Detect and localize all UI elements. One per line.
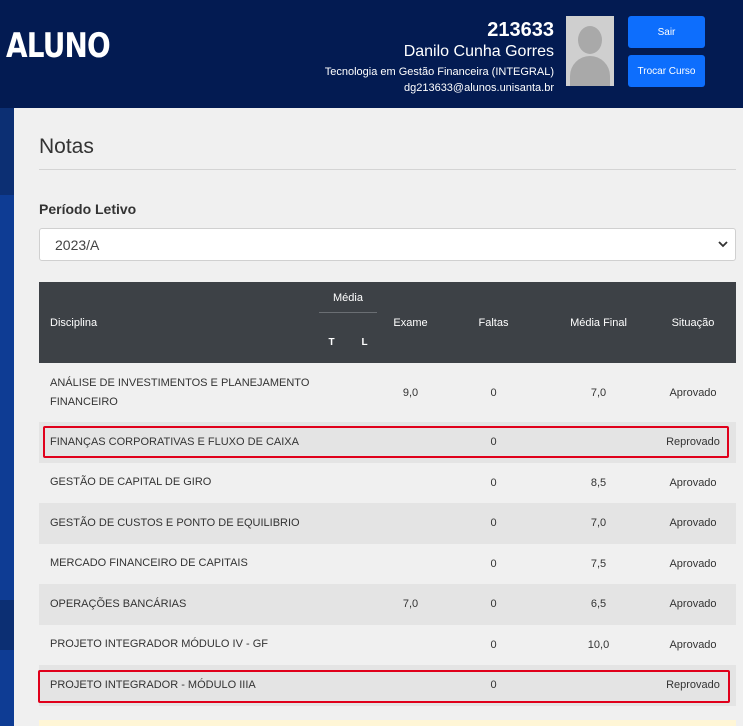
page-title: Notas	[39, 135, 94, 158]
cell-media-final: 7,5	[590, 557, 607, 570]
user-course: Tecnologia em Gestão Financeira (INTEGRA…	[324, 66, 554, 78]
cell-disciplina: OPERAÇÕES BANCÁRIAS	[50, 597, 187, 610]
avatar	[566, 16, 614, 86]
highlight-box-reprovado	[38, 670, 730, 703]
col-header-disciplina: Disciplina	[50, 316, 98, 329]
side-nav-item[interactable]	[0, 108, 14, 195]
table-row: ANÁLISE DE INVESTIMENTOS E PLANEJAMENTO …	[39, 363, 736, 422]
cell-situacao: Aprovado	[669, 557, 717, 570]
cell-media-final: 7,0	[590, 517, 607, 530]
cell-disciplina: MERCADO FINANCEIRO DE CAPITAIS	[50, 557, 248, 570]
cell-faltas: 0	[490, 638, 497, 651]
period-select-value: 2023/A	[55, 236, 100, 253]
avatar-head-icon	[578, 26, 602, 54]
chevron-down-icon	[718, 241, 728, 248]
col-header-media-final: Média Final	[570, 316, 627, 329]
cell-t	[315, 625, 348, 666]
cell-faltas: 0	[490, 598, 497, 611]
cell-disciplina: PROJETO INTEGRADOR MÓDULO IV - GF	[50, 638, 268, 651]
user-id: 213633	[487, 19, 554, 41]
col-header-media-t: T	[328, 337, 335, 348]
cell-t	[315, 503, 348, 544]
cell-media-final: 8,5	[590, 476, 607, 489]
table-row: OPERAÇÕES BANCÁRIAS 7,0 0 6,5 Aprovado	[39, 584, 736, 625]
cell-exame	[381, 625, 440, 666]
cell-t	[315, 363, 348, 422]
col-header-faltas: Faltas	[478, 316, 509, 329]
main-content: Notas Período Letivo 2023/A Disciplina M…	[14, 108, 743, 726]
cell-l	[348, 625, 381, 666]
cell-situacao: Aprovado	[669, 517, 717, 530]
cell-exame	[381, 503, 440, 544]
cell-disciplina: GESTÃO DE CUSTOS E PONTO DE EQUILIBRIO	[50, 516, 300, 529]
user-email: dg213633@alunos.unisanta.br	[403, 82, 554, 94]
cell-l	[348, 363, 381, 422]
avatar-body-icon	[570, 56, 610, 86]
notice-strip	[39, 720, 736, 726]
col-header-media: Média	[315, 282, 381, 322]
col-header-exame: Exame	[393, 316, 428, 329]
side-nav-strip	[0, 108, 14, 726]
period-select[interactable]: 2023/A	[39, 228, 736, 261]
cell-exame	[381, 544, 440, 585]
title-divider	[39, 169, 736, 170]
cell-l	[348, 463, 381, 504]
table-row: GESTÃO DE CAPITAL DE GIRO 0 8,5 Aprovado	[39, 462, 736, 504]
table-row: GESTÃO DE CUSTOS E PONTO DE EQUILIBRIO 0…	[39, 503, 736, 544]
top-header: ALUNO 213633 Danilo Cunha Gorres Tecnolo…	[0, 0, 743, 108]
cell-exame: 7,0	[402, 598, 419, 611]
cell-disciplina: GESTÃO DE CAPITAL DE GIRO	[50, 476, 212, 489]
cell-exame	[381, 463, 440, 504]
grades-table: Disciplina Média Exame Faltas Média Fina…	[39, 282, 736, 706]
cell-l	[348, 544, 381, 585]
cell-t	[315, 584, 348, 625]
cell-exame: 9,0	[402, 386, 419, 399]
cell-media-final: 7,0	[590, 386, 607, 399]
cell-faltas: 0	[490, 557, 497, 570]
cell-l	[348, 584, 381, 625]
user-info: 213633 Danilo Cunha Gorres Tecnologia em…	[325, 18, 554, 96]
logout-button[interactable]: Sair	[628, 16, 705, 48]
cell-t	[315, 463, 348, 504]
cell-media-final: 6,5	[590, 598, 607, 611]
table-row: PROJETO INTEGRADOR MÓDULO IV - GF 0 10,0…	[39, 624, 736, 666]
cell-situacao: Aprovado	[669, 386, 717, 399]
highlight-box-reprovado	[43, 426, 729, 458]
cell-l	[348, 503, 381, 544]
side-nav-item[interactable]	[0, 600, 14, 650]
period-label: Período Letivo	[39, 201, 137, 217]
change-course-button[interactable]: Trocar Curso	[628, 55, 705, 87]
cell-faltas: 0	[490, 386, 497, 399]
table-row: MERCADO FINANCEIRO DE CAPITAIS 0 7,5 Apr…	[39, 543, 736, 585]
col-header-media-l: L	[361, 337, 368, 348]
cell-t	[315, 544, 348, 585]
col-header-situacao: Situação	[671, 316, 715, 329]
cell-disciplina: ANÁLISE DE INVESTIMENTOS E PLANEJAMENTO …	[50, 376, 310, 408]
cell-situacao: Aprovado	[669, 638, 717, 651]
cell-situacao: Aprovado	[669, 476, 717, 489]
user-name: Danilo Cunha Gorres	[403, 43, 554, 60]
cell-media-final: 10,0	[587, 638, 610, 651]
brand-title: ALUNO	[6, 26, 111, 66]
cell-faltas: 0	[490, 476, 497, 489]
cell-faltas: 0	[490, 517, 497, 530]
cell-situacao: Aprovado	[669, 598, 717, 611]
